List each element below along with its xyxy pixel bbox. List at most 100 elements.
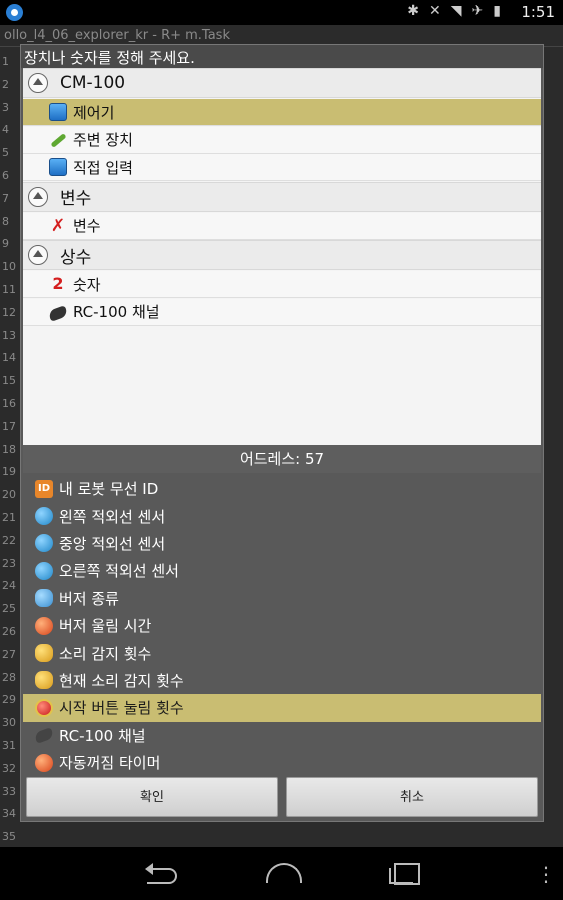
line-number: 26: [2, 625, 16, 638]
line-number: 14: [2, 351, 16, 365]
dialog-title: 장치나 숫자를 정해 주세요.: [21, 45, 543, 68]
parameter-label: 왼쪽 적외선 센서: [59, 507, 166, 526]
parameter-item[interactable]: RC-100 채널: [23, 722, 541, 749]
recent-apps-icon[interactable]: [384, 859, 424, 887]
line-number: 6: [2, 169, 9, 182]
tree-item[interactable]: ✗ 변수: [23, 212, 541, 240]
timer-icon: [35, 753, 53, 772]
ok-button[interactable]: 확인: [26, 777, 278, 817]
line-number: 8: [2, 214, 9, 228]
x-icon: ✗: [50, 215, 66, 236]
line-number: 11: [2, 283, 16, 296]
tree-label: 주변 장치: [73, 131, 133, 149]
line-number: 25: [2, 602, 16, 616]
line-number: 32: [2, 761, 16, 775]
parameter-item[interactable]: 중앙 적외선 센서: [23, 530, 541, 557]
tree-group[interactable]: 변수: [23, 181, 541, 212]
line-number: 20: [2, 488, 16, 502]
parameter-label: 시작 버튼 눌림 횟수: [59, 699, 184, 718]
line-number: 24: [2, 579, 16, 593]
line-number: 28: [2, 670, 16, 684]
ir-sensor-icon: [35, 507, 53, 526]
start-button-icon: [35, 698, 53, 717]
line-number: 18: [2, 442, 16, 456]
tree-label: 직접 입력: [73, 158, 133, 177]
line-number: 30: [2, 716, 16, 730]
line-number: 5: [2, 146, 9, 160]
bluetooth-icon: ✱: [407, 3, 420, 19]
timer-icon: [35, 616, 53, 635]
tree-label: RC-100 채널: [73, 303, 160, 321]
parameter-label: 중앙 적외선 센서: [59, 534, 166, 553]
line-number: 9: [2, 237, 9, 251]
sound-icon: [35, 644, 53, 663]
airplane-icon: ✈: [471, 3, 484, 19]
line-number: 1: [2, 55, 9, 68]
parameter-item[interactable]: 소리 감지 횟수: [23, 639, 541, 666]
parameter-item[interactable]: 버저 울림 시간: [23, 612, 541, 639]
parameter-list: ID 내 로봇 무선 ID 왼쪽 적외선 센서중앙 적외선 센서오른쪽 적외선 센서…: [23, 475, 541, 776]
music-note-icon: [35, 589, 53, 608]
tree-label: 변수: [73, 217, 101, 235]
collapse-icon[interactable]: [28, 245, 48, 265]
line-number: 2: [2, 77, 9, 91]
line-number: 35: [2, 830, 16, 844]
line-number: 23: [2, 556, 16, 570]
line-number: 3: [2, 100, 9, 114]
tree-item[interactable]: 2 숫자: [23, 271, 541, 298]
line-number: 12: [2, 305, 16, 319]
parameter-item[interactable]: ID 내 로봇 무선 ID: [23, 475, 541, 502]
parameter-label: 내 로봇 무선 ID: [59, 480, 159, 499]
line-number: 7: [2, 191, 9, 205]
device-tree: CM-100 제어기주변 장치직접 입력변수 ✗ 변수상수 2 숫자 RC-100 채널: [23, 68, 541, 445]
line-number: 29: [2, 693, 16, 707]
parameter-item[interactable]: 왼쪽 적외선 센서: [23, 502, 541, 529]
line-number: 4: [2, 123, 9, 137]
battery-icon: ▮: [493, 3, 501, 19]
collapse-icon[interactable]: [28, 73, 48, 93]
remote-icon: [47, 304, 69, 322]
sound-icon: [35, 671, 53, 690]
parameter-item[interactable]: 시작 버튼 눌림 횟수: [23, 694, 541, 722]
tree-item[interactable]: RC-100 채널: [23, 298, 541, 326]
parameter-item[interactable]: 자동꺼짐 타이머: [23, 749, 541, 776]
status-icons: ✱ ✕ ◥ ✈ ▮: [407, 3, 501, 19]
tree-label: CM-100: [60, 73, 126, 93]
parameter-item[interactable]: 버저 종류: [23, 585, 541, 612]
parameter-label: 자동꺼짐 타이머: [59, 754, 161, 773]
line-number: 21: [2, 511, 16, 524]
app-notification-icon: [6, 4, 23, 21]
line-number: 10: [2, 260, 16, 274]
clock: 1:51: [521, 3, 555, 21]
line-number: 33: [2, 784, 16, 798]
home-icon[interactable]: [262, 859, 302, 887]
parameter-item[interactable]: 현재 소리 감지 횟수: [23, 667, 541, 694]
back-icon[interactable]: [143, 859, 183, 887]
collapse-icon[interactable]: [28, 186, 48, 207]
parameter-label: 현재 소리 감지 횟수: [59, 671, 184, 690]
tree-group[interactable]: 상수: [23, 240, 541, 270]
tree-item[interactable]: 제어기: [23, 99, 541, 126]
line-number: 22: [2, 533, 16, 547]
cancel-button[interactable]: 취소: [286, 777, 538, 817]
parameter-label: 소리 감지 횟수: [59, 644, 152, 663]
line-number: 27: [2, 647, 16, 661]
select-device-dialog: 장치나 숫자를 정해 주세요. CM-100 제어기주변 장치직접 입력변수 ✗ 변수…: [20, 44, 544, 822]
cable-icon: [49, 131, 67, 149]
number-two-icon: 2: [52, 274, 64, 293]
overflow-menu-icon[interactable]: [536, 863, 542, 885]
tree-label: 변수: [60, 189, 92, 209]
parameter-item[interactable]: 오른쪽 적외선 센서: [23, 557, 541, 584]
parameter-label: 버저 울림 시간: [59, 617, 152, 636]
monitor-icon: [49, 103, 67, 121]
line-number: 17: [2, 419, 16, 433]
status-bar: ✱ ✕ ◥ ✈ ▮ 1:51: [0, 0, 563, 25]
id-icon: ID: [35, 479, 53, 498]
tree-group[interactable]: CM-100: [23, 68, 541, 98]
parameter-label: 오른쪽 적외선 센서: [59, 562, 179, 581]
line-number: 16: [2, 397, 16, 410]
tree-label: 숫자: [73, 275, 101, 294]
tree-item[interactable]: 주변 장치: [23, 126, 541, 154]
mute-icon: ✕: [429, 3, 441, 19]
tree-item[interactable]: 직접 입력: [23, 154, 541, 181]
